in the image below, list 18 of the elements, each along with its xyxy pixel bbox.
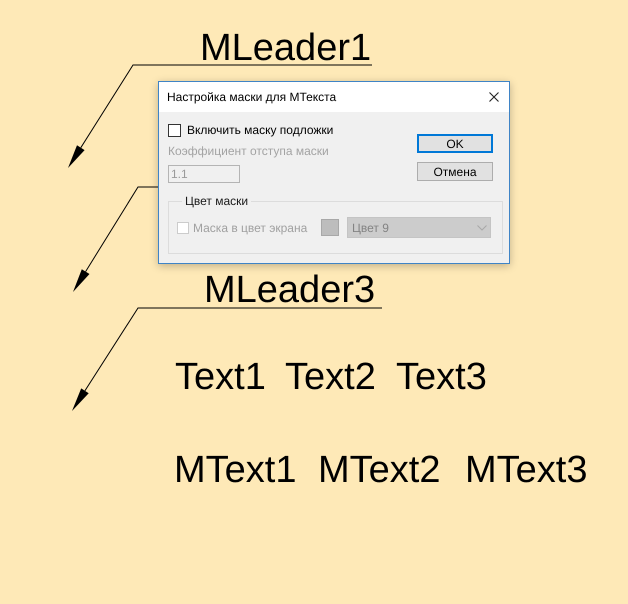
checkbox-label: Включить маску подложки — [187, 123, 334, 137]
leader-label: MLeader3 — [204, 271, 376, 309]
cancel-button[interactable]: Отмена — [417, 162, 493, 181]
text-label: Text1 — [175, 358, 266, 396]
dialog-title: Настройка маски для МТекста — [167, 90, 336, 104]
text-label: Text3 — [396, 358, 487, 396]
mtext-label: MText3 — [465, 451, 588, 489]
mtext-label: MText1 — [174, 451, 296, 489]
ok-button[interactable]: OK — [417, 134, 493, 153]
mtext-label: MText2 — [318, 451, 440, 489]
checkbox-label: Маска в цвет экрана — [193, 220, 308, 234]
field-label: Коэффициент отступа маски — [168, 144, 330, 158]
leader-label: MLeader1 — [200, 29, 372, 67]
close-icon — [489, 92, 499, 102]
checkbox[interactable] — [168, 124, 181, 136]
chevron-down-icon — [477, 224, 487, 230]
group-title: Цвет маски — [184, 194, 250, 208]
text-label: Text2 — [285, 358, 376, 396]
